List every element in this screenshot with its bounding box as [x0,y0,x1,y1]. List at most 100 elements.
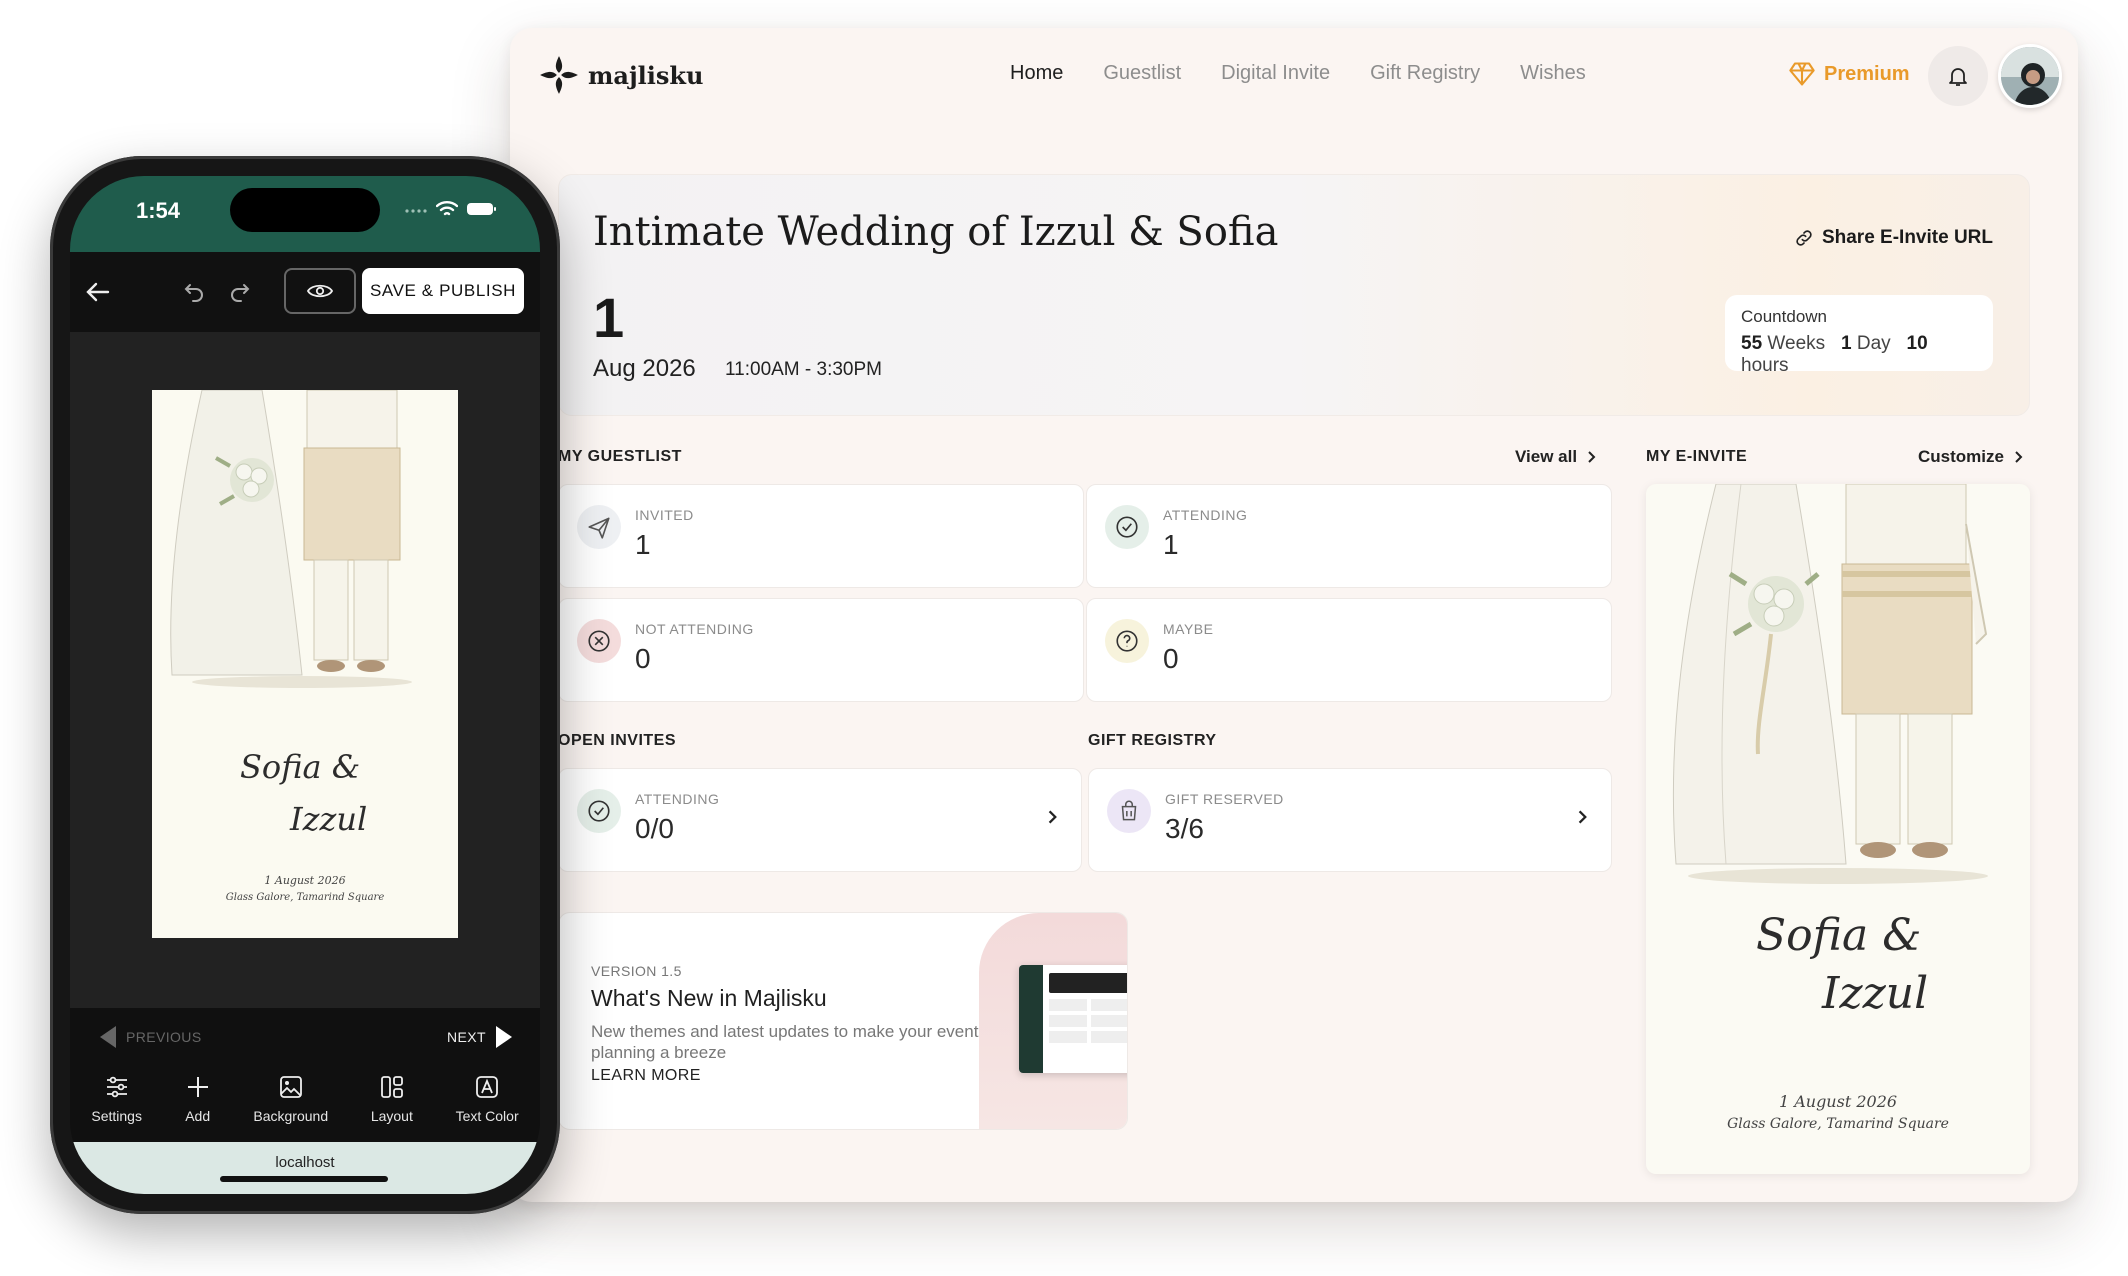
whats-new-title: What's New in Majlisku [591,985,827,1011]
signal-icon [405,209,427,213]
nav-guestlist[interactable]: Guestlist [1103,62,1181,85]
triangle-left-icon [100,1026,116,1048]
whats-new-illustration [979,913,1127,1129]
redo-icon[interactable] [228,280,252,304]
notifications-button[interactable] [1928,46,1988,106]
nav-home[interactable]: Home [1010,62,1063,85]
previous-label: PREVIOUS [126,1029,202,1045]
app-screenshot-thumbnail [1019,965,1127,1073]
premium-button[interactable]: Premium [1788,60,1910,88]
preview-button[interactable] [284,268,356,314]
open-invites-value: 0/0 [635,813,674,844]
stat-label: NOT ATTENDING [635,621,754,637]
text-color-icon [476,1076,499,1098]
tool-layout[interactable]: Layout [371,1068,413,1142]
logo-flower-icon [540,56,578,94]
system-icons [404,200,498,218]
chevron-right-icon [1048,810,1057,824]
open-invites-card[interactable]: ATTENDING 0/0 [558,768,1082,872]
diamond-icon [1789,62,1815,86]
browser-url-bar[interactable]: localhost [70,1142,540,1194]
phone-screen: 1:54 SAVE & PUBLISH Sofia & Izzul 1 Augu… [70,176,540,1194]
tool-label: Add [185,1108,211,1124]
chevron-right-icon [2015,451,2023,463]
stat-value: 0 [1163,643,1179,674]
check-circle-icon [577,789,621,833]
premium-label: Premium [1824,62,1910,85]
nav-wishes[interactable]: Wishes [1520,62,1586,85]
editor-tools-bar: Settings Add Background Layout Text Colo… [70,1068,540,1142]
einvite-name-1: Sofia & [1756,910,1922,961]
paper-plane-icon [577,505,621,549]
gift-registry-card[interactable]: GIFT RESERVED 3/6 [1088,768,1612,872]
brand-logo[interactable]: majlisku [538,54,703,96]
tool-label: Text Color [455,1108,519,1124]
chevron-right-icon [1578,810,1587,824]
einvite-date: 1 August 2026 [1778,1092,1898,1111]
main-nav: Home Guestlist Digital Invite Gift Regis… [1010,62,1586,85]
nav-digital-invite[interactable]: Digital Invite [1221,62,1330,85]
stat-maybe-card[interactable]: MAYBE 0 [1086,598,1612,702]
stat-invited-card[interactable]: INVITED 1 [558,484,1084,588]
einvite-venue: Glass Galore, Tamarind Square [1727,1116,1949,1132]
next-button[interactable]: NEXT [447,1026,512,1048]
couple-illustration [1672,484,1988,884]
status-bar: 1:54 [70,176,540,252]
tool-background[interactable]: Background [253,1068,328,1142]
countdown-hours-unit: hours [1741,355,1789,376]
card-couple-illustration [170,390,412,688]
previous-button[interactable]: PREVIOUS [100,1026,202,1048]
countdown-hours-num: 10 [1906,333,1928,354]
tool-add[interactable]: Add [185,1068,211,1142]
avatar-photo [2001,47,2059,105]
chevron-right-icon [1588,451,1596,463]
nav-gift-registry[interactable]: Gift Registry [1370,62,1480,85]
whats-new-description: New themes and latest updates to make yo… [591,1022,979,1062]
whats-new-card[interactable]: VERSION 1.5 What's New in Majlisku New t… [558,912,1128,1130]
page-navigator: PREVIOUS NEXT [70,1008,540,1068]
stat-attending-card[interactable]: ATTENDING 1 [1086,484,1612,588]
dynamic-island [230,188,380,232]
layout-icon [380,1076,403,1098]
question-circle-icon [1105,619,1149,663]
einvite-name-2: Izzul [1822,968,1929,1019]
card-venue: Glass Galore, Tamarind Square [225,892,385,903]
sliders-icon [106,1076,127,1098]
save-publish-button[interactable]: SAVE & PUBLISH [362,268,524,314]
card-date: 1 August 2026 [264,874,346,887]
next-label: NEXT [447,1029,486,1045]
card-name-1: Sofia & [240,748,361,786]
einvite-heading: MY E-INVITE [1646,448,1748,465]
bell-icon [1949,68,1967,86]
einvite-preview[interactable]: Sofia & Izzul 1 August 2026 Glass Galore… [1646,484,2030,1174]
event-title: Intimate Wedding of Izzul & Sofia [593,209,1279,255]
countdown-box: Countdown 55 Weeks 1 Day 10 hours [1725,295,1993,376]
stat-not-attending-card[interactable]: NOT ATTENDING 0 [558,598,1084,702]
undo-icon[interactable] [182,280,206,304]
triangle-right-icon [496,1026,512,1048]
gift-reserved-label: GIFT RESERVED [1165,791,1284,807]
back-arrow-icon[interactable] [82,276,114,308]
gift-registry-heading: GIFT REGISTRY [1088,732,1217,749]
whats-new-version: VERSION 1.5 [591,963,682,979]
stat-label: MAYBE [1163,621,1214,637]
view-all-link[interactable]: View all [1515,447,1599,467]
event-day: 1 [593,286,625,349]
customize-link[interactable]: Customize [1918,447,2026,467]
tool-text-color[interactable]: Text Color [456,1068,519,1142]
learn-more-link[interactable]: LEARN MORE [591,1067,701,1085]
tool-label: Settings [91,1108,142,1124]
share-einvite-button[interactable]: Share E-Invite URL [1794,227,1993,249]
invite-card-canvas[interactable]: Sofia & Izzul 1 August 2026 Glass Galore… [152,390,458,938]
brand-name: majlisku [588,60,704,90]
home-indicator[interactable] [220,1176,388,1182]
image-icon [279,1076,302,1098]
plus-icon [187,1077,208,1097]
tool-label: Layout [370,1108,413,1124]
share-einvite-label: Share E-Invite URL [1821,227,1993,248]
phone-frame: 1:54 SAVE & PUBLISH Sofia & Izzul 1 Augu… [50,156,560,1214]
battery-icon [467,203,496,215]
countdown-days-num: 1 [1841,333,1852,354]
user-avatar[interactable] [1998,44,2062,108]
tool-settings[interactable]: Settings [91,1068,142,1142]
